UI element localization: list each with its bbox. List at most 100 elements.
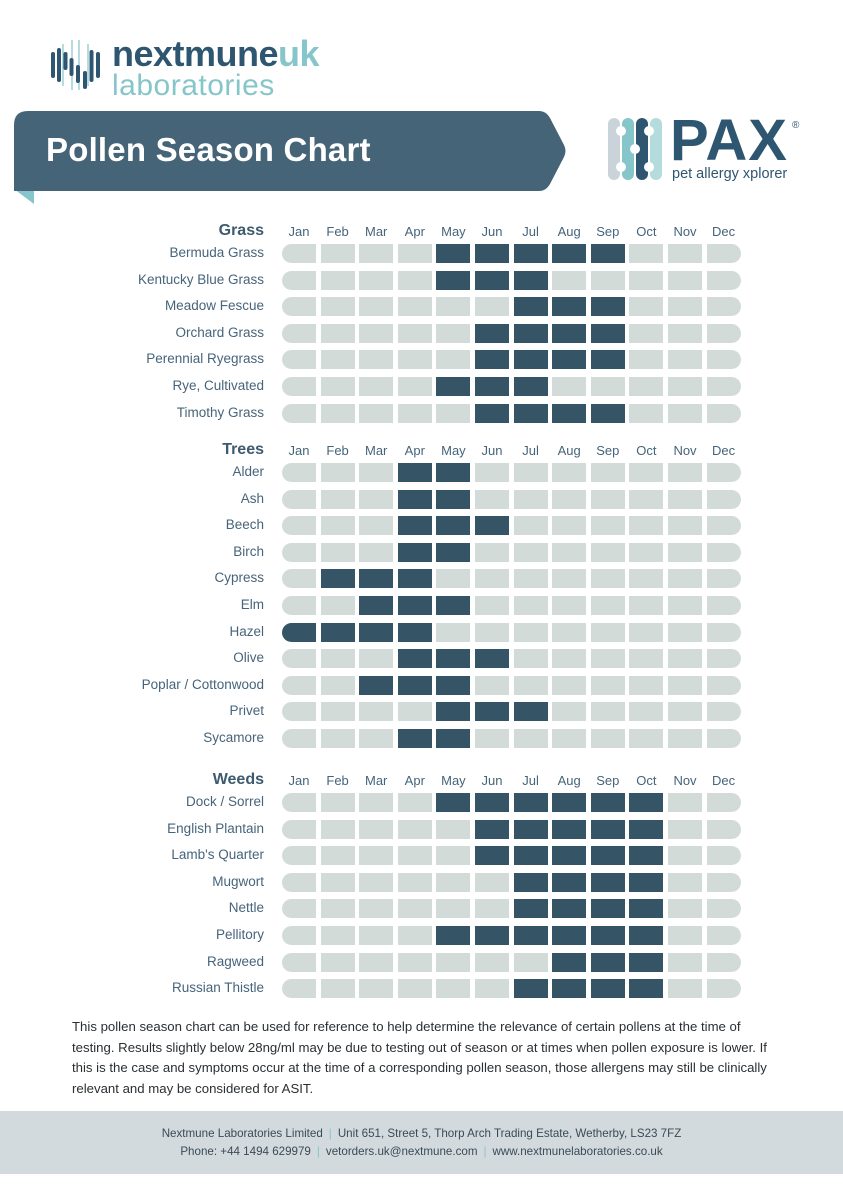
season-cell-inactive bbox=[397, 979, 432, 999]
season-cell-inactive bbox=[629, 622, 664, 642]
season-cell-inactive bbox=[706, 542, 741, 562]
allergen-label: Birch bbox=[233, 543, 264, 559]
season-cell-inactive bbox=[629, 323, 664, 343]
season-cell-inactive bbox=[668, 569, 702, 589]
season-cell-inactive bbox=[320, 489, 355, 509]
season-cell-inactive bbox=[359, 899, 394, 919]
season-cell-inactive bbox=[397, 793, 432, 812]
allergen-label: Orchard Grass bbox=[175, 324, 264, 340]
season-cell-active bbox=[513, 297, 548, 317]
season-cell-inactive bbox=[629, 297, 664, 317]
month-label-apr: Apr bbox=[404, 443, 425, 458]
season-cell-inactive bbox=[668, 899, 702, 919]
season-cell-active bbox=[436, 377, 471, 396]
allergen-label: Alder bbox=[232, 464, 264, 479]
season-cell-inactive bbox=[629, 702, 664, 722]
season-cell-inactive bbox=[513, 729, 548, 748]
season-cell-inactive bbox=[552, 542, 587, 562]
season-cell-active bbox=[397, 596, 432, 615]
season-cell-inactive bbox=[513, 596, 548, 615]
season-cell-inactive bbox=[706, 297, 741, 317]
season-cell-inactive bbox=[320, 952, 355, 972]
season-cell-inactive bbox=[282, 952, 316, 972]
season-cell-inactive bbox=[320, 872, 355, 892]
season-cell-inactive bbox=[590, 542, 625, 562]
season-cell-inactive bbox=[359, 377, 394, 396]
season-cell-active bbox=[552, 297, 587, 317]
season-cell-active bbox=[513, 846, 548, 866]
season-cell-active bbox=[590, 403, 625, 423]
month-label-nov: Nov bbox=[673, 224, 697, 239]
season-cell-inactive bbox=[475, 872, 509, 892]
season-cell-inactive bbox=[397, 297, 432, 317]
season-cell-inactive bbox=[397, 270, 432, 290]
season-cell-inactive bbox=[706, 489, 741, 509]
brand-name: nextmuneuk bbox=[112, 33, 320, 74]
month-label-nov: Nov bbox=[673, 443, 697, 458]
season-cell-inactive bbox=[629, 489, 664, 509]
season-cell-inactive bbox=[359, 489, 394, 509]
allergen-label: Bermuda Grass bbox=[169, 245, 264, 260]
season-cell-inactive bbox=[590, 622, 625, 642]
allergen-label: Timothy Grass bbox=[176, 404, 264, 420]
season-cell-inactive bbox=[552, 270, 587, 290]
season-cell-active bbox=[475, 377, 509, 396]
season-cell-active bbox=[475, 323, 509, 343]
season-cell-active bbox=[590, 323, 625, 343]
season-cell-inactive bbox=[320, 729, 355, 748]
season-cell-inactive bbox=[668, 819, 702, 839]
phone: Phone: +44 1494 629979 bbox=[180, 1145, 311, 1158]
season-cell-inactive bbox=[436, 350, 471, 370]
season-cell-inactive bbox=[668, 872, 702, 892]
season-cell-inactive bbox=[320, 979, 355, 999]
season-cell-inactive bbox=[282, 244, 316, 263]
season-cell-active bbox=[359, 675, 394, 695]
season-cell-inactive bbox=[397, 899, 432, 919]
month-label-jan: Jan bbox=[288, 773, 310, 788]
season-cell-active bbox=[552, 403, 587, 423]
website-link[interactable]: www.nextmunelaboratories.co.uk bbox=[493, 1145, 663, 1158]
season-cell-inactive bbox=[359, 463, 394, 482]
month-label-apr: Apr bbox=[404, 224, 425, 239]
season-cell-inactive bbox=[629, 542, 664, 562]
season-cell-inactive bbox=[475, 596, 509, 615]
season-cell-active bbox=[397, 649, 432, 669]
season-cell-inactive bbox=[552, 729, 587, 748]
season-cell-inactive bbox=[436, 979, 471, 999]
season-cell-inactive bbox=[706, 702, 741, 722]
season-cell-inactive bbox=[513, 622, 548, 642]
season-cell-inactive bbox=[668, 377, 702, 396]
season-cell-inactive bbox=[590, 649, 625, 669]
season-cell-inactive bbox=[706, 244, 741, 263]
season-cell-active bbox=[552, 819, 587, 839]
month-label-may: May bbox=[441, 443, 466, 458]
season-cell-inactive bbox=[359, 244, 394, 263]
season-cell-inactive bbox=[475, 489, 509, 509]
season-cell-inactive bbox=[359, 926, 394, 945]
email-link[interactable]: vetorders.uk@nextmune.com bbox=[326, 1145, 478, 1158]
allergen-label: Olive bbox=[233, 650, 264, 666]
season-cell-active bbox=[629, 846, 664, 866]
season-cell-inactive bbox=[706, 323, 741, 343]
season-cell-inactive bbox=[475, 675, 509, 695]
season-cell-inactive bbox=[282, 675, 316, 695]
season-cell-inactive bbox=[397, 350, 432, 370]
season-cell-active bbox=[436, 463, 471, 482]
season-cell-inactive bbox=[320, 702, 355, 722]
season-cell-inactive bbox=[436, 297, 471, 317]
allergen-label: Russian Thistle bbox=[171, 980, 264, 996]
season-cell-inactive bbox=[552, 596, 587, 615]
month-label-mar: Mar bbox=[364, 773, 388, 788]
season-cell-inactive bbox=[590, 675, 625, 695]
season-cell-active bbox=[513, 323, 548, 343]
season-cell-inactive bbox=[282, 649, 316, 669]
season-cell-inactive bbox=[590, 489, 625, 509]
month-label-apr: Apr bbox=[404, 773, 425, 788]
season-cell-inactive bbox=[706, 819, 741, 839]
season-cell-inactive bbox=[320, 377, 355, 396]
season-cell-active bbox=[590, 819, 625, 839]
season-cell-inactive bbox=[629, 516, 664, 536]
season-cell-active bbox=[590, 350, 625, 370]
season-cell-active bbox=[590, 846, 625, 866]
season-cell-inactive bbox=[668, 350, 702, 370]
